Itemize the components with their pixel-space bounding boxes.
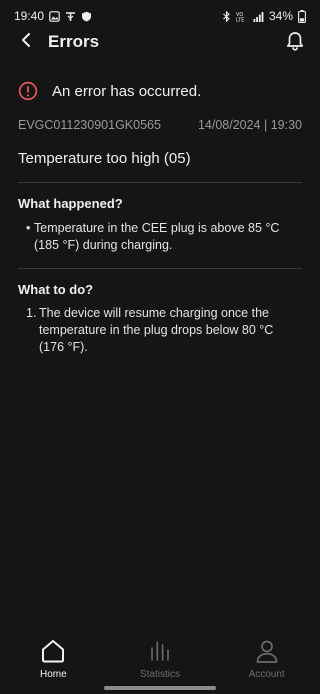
status-bar-right: VO LTE 34% [222, 9, 306, 23]
shield-icon [81, 11, 92, 22]
status-time: 19:40 [14, 9, 45, 23]
nav-item-statistics[interactable]: Statistics [115, 636, 205, 680]
nav-label-statistics: Statistics [139, 669, 180, 680]
bell-icon [286, 31, 304, 56]
error-banner: An error has occurred. [18, 80, 308, 102]
error-title: Temperature too high (05) [18, 150, 191, 167]
nav-label-account: Account [248, 669, 285, 680]
page-title: Errors [48, 32, 100, 51]
list-item: • Temperature in the CEE plug is above 8… [26, 220, 288, 254]
signal-icon [253, 11, 264, 22]
bottom-nav: Home Statistics Account [0, 636, 320, 684]
error-meta: EVGC011230901GK0565 14/08/2024 | 19:30 [18, 118, 302, 132]
error-banner-text: An error has occurred. [52, 82, 202, 100]
battery-icon [298, 9, 306, 23]
app-bar: Errors [0, 26, 320, 58]
home-icon [40, 636, 66, 666]
volte-icon: VO LTE [236, 11, 248, 22]
what-happened-body: • Temperature in the CEE plug is above 8… [26, 220, 288, 254]
nav-item-account[interactable]: Account [222, 636, 312, 680]
list-item: 1. The device will resume charging once … [26, 305, 288, 356]
what-to-do-text: The device will resume charging once the… [39, 306, 274, 354]
bluetooth-icon [222, 10, 231, 22]
statistics-icon [148, 636, 172, 666]
account-icon [254, 636, 280, 666]
bullet-marker: • [26, 221, 31, 235]
nav-item-home[interactable]: Home [8, 636, 98, 680]
battery-percent: 34% [268, 9, 293, 23]
wifi-calling-icon [65, 11, 76, 22]
what-happened-heading: What happened? [18, 196, 123, 211]
step-number: 1. [26, 306, 37, 320]
what-to-do-body: 1. The device will resume charging once … [26, 305, 288, 356]
home-indicator[interactable] [104, 686, 216, 690]
alert-circle-icon [18, 81, 38, 101]
what-happened-text: Temperature in the CEE plug is above 85 … [34, 221, 280, 252]
nav-label-home: Home [39, 669, 67, 680]
what-to-do-heading: What to do? [18, 282, 94, 297]
status-bar-left: 19:40 [14, 9, 92, 23]
notifications-button[interactable] [282, 30, 308, 56]
back-button[interactable] [8, 26, 44, 58]
device-id: EVGC011230901GK0565 [18, 118, 161, 132]
divider [18, 268, 302, 269]
error-datetime: 14/08/2024 | 19:30 [197, 118, 302, 132]
svg-text:LTE: LTE [236, 17, 244, 22]
chevron-left-icon [21, 32, 31, 52]
gallery-icon [49, 10, 60, 22]
divider [18, 182, 302, 183]
